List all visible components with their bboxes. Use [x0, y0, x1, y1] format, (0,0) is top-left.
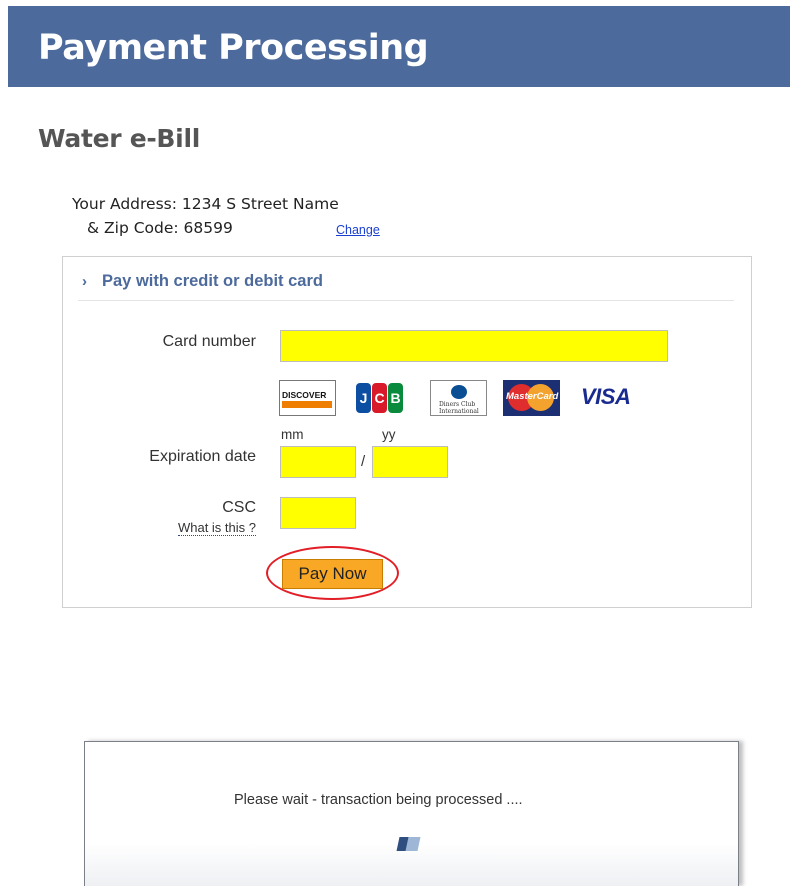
date-separator: / — [361, 453, 366, 470]
expiration-month-input[interactable] — [280, 446, 356, 478]
loading-spinner-icon — [396, 837, 421, 851]
mastercard-card-logo: MasterCard — [503, 380, 560, 416]
month-label: mm — [281, 427, 304, 442]
card-number-input[interactable] — [280, 330, 668, 362]
payment-section-title: Pay with credit or debit card — [102, 272, 323, 290]
pay-now-button[interactable]: Pay Now — [282, 559, 383, 589]
payment-panel: › Pay with credit or debit card Card num… — [62, 256, 752, 608]
page-header: Payment Processing — [8, 6, 790, 87]
expiration-year-input[interactable] — [372, 446, 448, 478]
page-title: Payment Processing — [38, 28, 429, 68]
csc-input[interactable] — [280, 497, 356, 529]
chevron-right-icon: › — [82, 273, 87, 290]
csc-help-link[interactable]: What is this ? — [177, 520, 256, 536]
payment-section-header[interactable]: › Pay with credit or debit card — [78, 269, 734, 301]
expiration-date-label: Expiration date — [149, 448, 256, 465]
diners-club-card-logo: Diners Club International — [430, 380, 487, 416]
jcb-card-logo: J C B — [356, 380, 404, 416]
processing-dialog: Please wait - transaction being processe… — [84, 741, 739, 886]
jcb-letter-c: C — [372, 383, 387, 413]
jcb-letter-b: B — [388, 383, 403, 413]
processing-message: Please wait - transaction being processe… — [234, 792, 523, 808]
discover-card-logo: DISCOVER — [279, 380, 336, 416]
jcb-letter-j: J — [356, 383, 371, 413]
change-address-link[interactable]: Change — [336, 223, 380, 237]
visa-card-logo: VISA — [581, 384, 631, 409]
discover-logo-text: DISCOVER — [282, 390, 327, 400]
zip-code-line: & Zip Code: 68599 — [87, 219, 233, 237]
address-line: Your Address: 1234 S Street Name — [72, 195, 339, 213]
bill-title: Water e-Bill — [38, 124, 200, 153]
card-number-label: Card number — [162, 333, 256, 350]
year-label: yy — [382, 427, 396, 442]
csc-label: CSC — [222, 499, 256, 516]
diners-logo-text: Diners Club International — [439, 401, 479, 415]
mastercard-logo-text: MasterCard — [506, 391, 559, 402]
